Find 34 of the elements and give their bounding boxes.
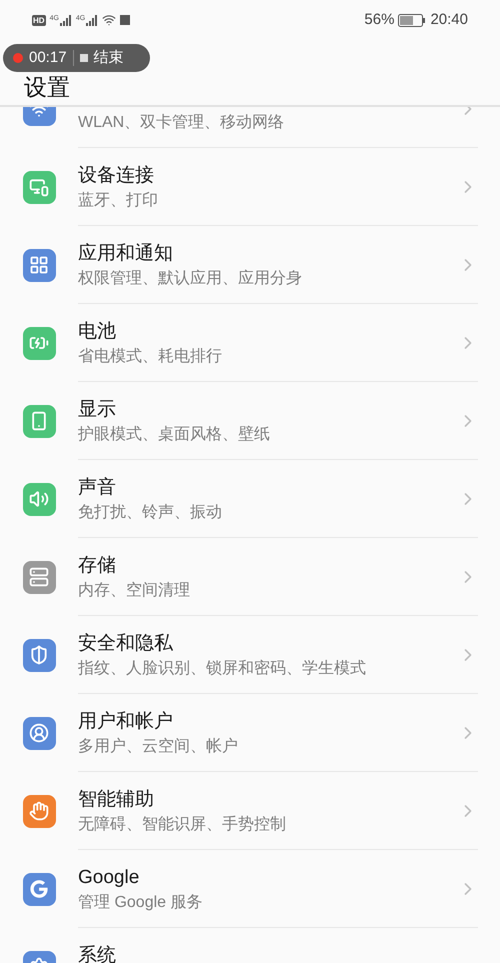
item-subtitle: 管理 Google 服务	[78, 892, 204, 912]
item-title[interactable]: 声音	[78, 474, 458, 500]
item-title[interactable]: 存储	[78, 552, 458, 578]
item-subtitle: 权限管理、默认应用、应用分身	[78, 268, 303, 288]
stop-icon	[80, 54, 88, 62]
item-title[interactable]: 显示	[78, 396, 458, 422]
square-icon	[120, 15, 130, 25]
signal-icon	[60, 14, 72, 26]
item-subtitle: 蓝牙、打印	[78, 190, 159, 210]
item-title[interactable]: 智能辅助	[78, 786, 458, 812]
item-subtitle: 无障碍、智能识屏、手势控制	[78, 814, 287, 834]
wifi-icon	[102, 13, 116, 27]
signal-icon	[86, 14, 98, 26]
item-title[interactable]: 系统	[78, 942, 478, 963]
item-subtitle: 省电模式、耗电排行	[78, 346, 223, 366]
item-subtitle: 免打扰、铃声、振动	[78, 502, 223, 522]
item-title[interactable]: 电池	[78, 318, 458, 344]
item-subtitle: 内存、空间清理	[78, 580, 191, 600]
hd-badge: HD	[32, 14, 46, 26]
item-title[interactable]: 应用和通知	[78, 240, 458, 266]
item-title[interactable]: 设备连接	[78, 162, 458, 188]
item-subtitle: 多用户、云空间、帐户	[78, 736, 239, 756]
item-subtitle: 指纹、人脸识别、锁屏和密码、学生模式	[78, 658, 367, 678]
item-subtitle: 护眼模式、桌面风格、壁纸	[78, 424, 271, 444]
clock: 20:40	[430, 10, 468, 30]
page-title: 设置	[24, 74, 70, 100]
item-title[interactable]: Google	[78, 864, 458, 890]
item-title[interactable]: 用户和帐户	[78, 708, 458, 734]
recording-time: 00:17	[29, 48, 67, 68]
item-title[interactable]: 安全和隐私	[78, 630, 458, 656]
battery-percent: 56%	[364, 10, 394, 30]
stop-recording-button[interactable]: 结束	[80, 46, 124, 70]
item-subtitle: WLAN、双卡管理、移动网络	[78, 112, 286, 132]
battery-icon	[398, 14, 426, 26]
